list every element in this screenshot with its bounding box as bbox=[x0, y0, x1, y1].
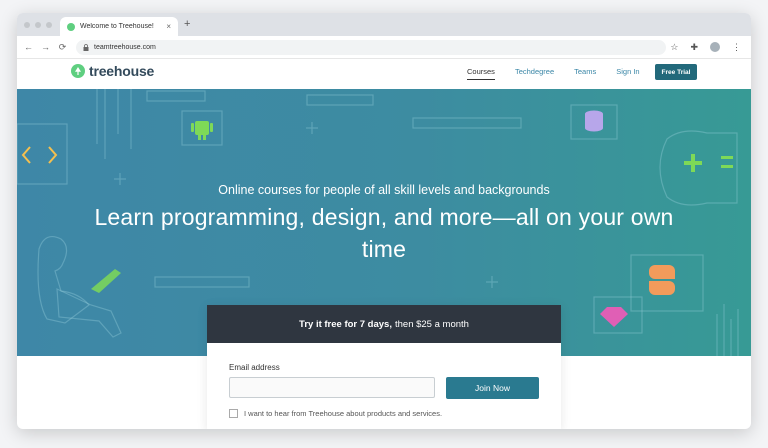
code-brackets-icon bbox=[21, 146, 58, 164]
join-now-button[interactable]: Join Now bbox=[446, 377, 539, 399]
email-field[interactable] bbox=[229, 377, 435, 398]
treehouse-favicon-icon bbox=[67, 22, 75, 31]
tab-title: Welcome to Treehouse! bbox=[80, 23, 154, 30]
marketing-optin[interactable]: I want to hear from Treehouse about prod… bbox=[229, 409, 442, 418]
gamepad-icon bbox=[684, 154, 733, 172]
zoom-window-dot[interactable] bbox=[46, 22, 52, 28]
hero-subtitle: Online courses for people of all skill l… bbox=[218, 183, 550, 197]
browser-window: Welcome to Treehouse! × + ← → ⟳ teamtree… bbox=[17, 13, 751, 429]
trial-banner: Try it free for 7 days, then $25 a month bbox=[207, 305, 561, 343]
nav-courses[interactable]: Courses bbox=[467, 67, 495, 80]
trial-banner-bold: Try it free for 7 days, bbox=[299, 318, 392, 330]
nav-sign-in[interactable]: Sign In bbox=[616, 67, 639, 80]
forward-icon[interactable]: → bbox=[40, 42, 51, 52]
python-icon bbox=[649, 265, 675, 295]
hero-headline: Learn programming, design, and more—all … bbox=[94, 204, 674, 262]
ruby-icon bbox=[600, 307, 628, 327]
main-nav: Courses Techdegree Teams Sign In bbox=[467, 67, 660, 80]
browser-tab[interactable]: Welcome to Treehouse! × bbox=[60, 17, 178, 36]
logo-wordmark: treehouse bbox=[89, 63, 155, 79]
nav-techdegree[interactable]: Techdegree bbox=[515, 67, 554, 80]
browser-menu-icon[interactable]: ⋮ bbox=[732, 42, 741, 53]
address-bar[interactable]: teamtreehouse.com bbox=[76, 39, 666, 55]
nav-teams[interactable]: Teams bbox=[574, 67, 596, 80]
tab-strip: Welcome to Treehouse! × + bbox=[17, 13, 751, 36]
free-trial-button[interactable]: Free Trial bbox=[655, 64, 697, 80]
bookmark-star-icon[interactable]: ☆ bbox=[670, 42, 678, 53]
close-window-dot[interactable] bbox=[24, 22, 30, 28]
new-tab-icon[interactable]: + bbox=[184, 18, 190, 30]
minimize-window-dot[interactable] bbox=[35, 22, 41, 28]
android-icon bbox=[191, 121, 213, 140]
optin-label: I want to hear from Treehouse about prod… bbox=[244, 409, 443, 418]
treehouse-logo[interactable]: treehouse bbox=[71, 63, 154, 79]
trial-banner-price: then $25 a month bbox=[394, 318, 469, 330]
laptop-icon bbox=[91, 269, 121, 293]
database-icon bbox=[585, 110, 603, 132]
signup-card: Try it free for 7 days, then $25 a month… bbox=[207, 305, 561, 429]
browser-toolbar: ← → ⟳ teamtreehouse.com ☆ ✚ ⋮ bbox=[17, 36, 751, 59]
site-header: treehouse Courses Techdegree Teams Sign … bbox=[17, 59, 751, 89]
url-text: teamtreehouse.com bbox=[94, 43, 156, 51]
lock-icon bbox=[83, 43, 89, 51]
extensions-icon[interactable]: ✚ bbox=[690, 42, 698, 53]
email-label: Email address bbox=[229, 363, 280, 372]
optin-checkbox[interactable] bbox=[229, 409, 238, 418]
back-icon[interactable]: ← bbox=[23, 42, 34, 52]
profile-avatar[interactable] bbox=[710, 42, 720, 52]
treehouse-leaf-icon bbox=[71, 64, 85, 78]
tab-close-icon[interactable]: × bbox=[166, 22, 171, 31]
window-controls[interactable] bbox=[24, 22, 52, 28]
reload-icon[interactable]: ⟳ bbox=[57, 42, 68, 53]
